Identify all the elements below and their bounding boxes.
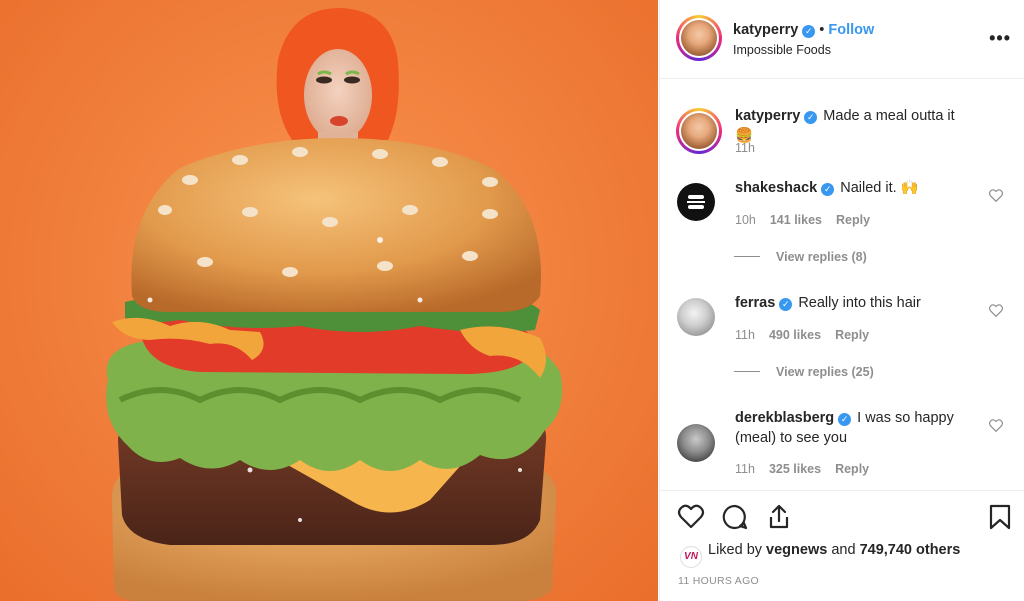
liked-by-joiner: and — [831, 542, 856, 558]
burger-costume-illustration — [106, 8, 563, 601]
separator-dot: • — [819, 22, 825, 38]
comment-time[interactable]: 11h — [735, 328, 755, 342]
post-image[interactable] — [0, 0, 658, 601]
view-replies-label: View replies (8) — [776, 250, 867, 264]
caption-time[interactable]: 11h — [735, 141, 755, 155]
heart-icon[interactable] — [989, 189, 1003, 202]
commenter-avatar[interactable] — [677, 424, 715, 462]
liked-by-user[interactable]: vegnews — [766, 542, 827, 558]
post-header: katyperry ✓ • Follow Impossible Foods ••• — [660, 0, 1024, 79]
comment-meta: 10h 141 likes Reply — [735, 213, 884, 227]
reply-button[interactable]: Reply — [836, 213, 870, 227]
view-replies-label: View replies (25) — [776, 365, 874, 379]
reply-button[interactable]: Reply — [835, 328, 869, 342]
view-replies-button[interactable]: View replies (25) — [734, 365, 874, 379]
post-detail-panel: katyperry ✓ • Follow Impossible Foods ••• k… — [659, 0, 1024, 601]
bookmark-icon[interactable] — [986, 503, 1014, 531]
author-username[interactable]: katyperry — [733, 22, 798, 38]
comment-likes[interactable]: 325 likes — [769, 462, 821, 476]
comment-meta: 11h 325 likes Reply — [735, 462, 883, 476]
heart-icon[interactable] — [989, 304, 1003, 317]
comment-bubble-icon[interactable] — [721, 503, 749, 531]
caption-meta: 11h — [735, 141, 769, 155]
comment-username[interactable]: shakeshack — [735, 180, 817, 196]
likes-summary: VN Liked by vegnews and 749,740 others — [680, 542, 960, 568]
liked-by-count[interactable]: 749,740 others — [860, 542, 961, 558]
caption-username[interactable]: katyperry — [735, 108, 800, 124]
more-options-icon[interactable]: ••• — [989, 28, 1011, 49]
comment-text-line: shakeshack ✓ Nailed it. 🙌 — [735, 178, 975, 198]
verified-badge-icon: ✓ — [779, 298, 793, 311]
caption-text-line: katyperry ✓ Made a meal outta it 🍔 — [735, 106, 975, 146]
comment-text-line: derekblasberg ✓ I was so happy (meal) to s… — [735, 408, 975, 448]
vegnews-avatar[interactable]: VN — [680, 546, 702, 568]
verified-badge-icon: ✓ — [802, 25, 816, 38]
comment-username[interactable]: ferras — [735, 295, 775, 311]
verified-badge-icon: ✓ — [838, 413, 852, 426]
comment-likes[interactable]: 141 likes — [770, 213, 822, 227]
author-line: katyperry ✓ • Follow — [733, 22, 874, 38]
follow-button[interactable]: Follow — [828, 22, 874, 38]
comment-text-line: ferras ✓ Really into this hair — [735, 293, 975, 313]
comment-time[interactable]: 11h — [735, 462, 755, 476]
comment-text: Really into this hair — [798, 295, 921, 311]
liked-by-prefix: Liked by — [708, 542, 763, 558]
comment-meta: 11h 490 likes Reply — [735, 328, 883, 342]
comment-username[interactable]: derekblasberg — [735, 410, 834, 426]
post-timestamp[interactable]: 11 HOURS AGO — [678, 575, 759, 587]
commenter-avatar[interactable] — [677, 183, 715, 221]
author-avatar[interactable] — [676, 15, 722, 61]
caption-avatar[interactable] — [676, 108, 722, 154]
share-icon[interactable] — [765, 503, 793, 531]
comment-text: Nailed it. 🙌 — [840, 180, 919, 196]
post-location[interactable]: Impossible Foods — [733, 43, 831, 57]
reply-button[interactable]: Reply — [835, 462, 869, 476]
view-replies-button[interactable]: View replies (8) — [734, 250, 867, 264]
verified-badge-icon: ✓ — [804, 111, 818, 124]
comment-likes[interactable]: 490 likes — [769, 328, 821, 342]
heart-icon[interactable] — [989, 419, 1003, 432]
commenter-avatar[interactable] — [677, 298, 715, 336]
action-bar: VN Liked by vegnews and 749,740 others 11… — [660, 490, 1024, 601]
heart-icon[interactable] — [677, 503, 705, 531]
comment-time[interactable]: 10h — [735, 213, 756, 227]
verified-badge-icon: ✓ — [821, 183, 835, 196]
